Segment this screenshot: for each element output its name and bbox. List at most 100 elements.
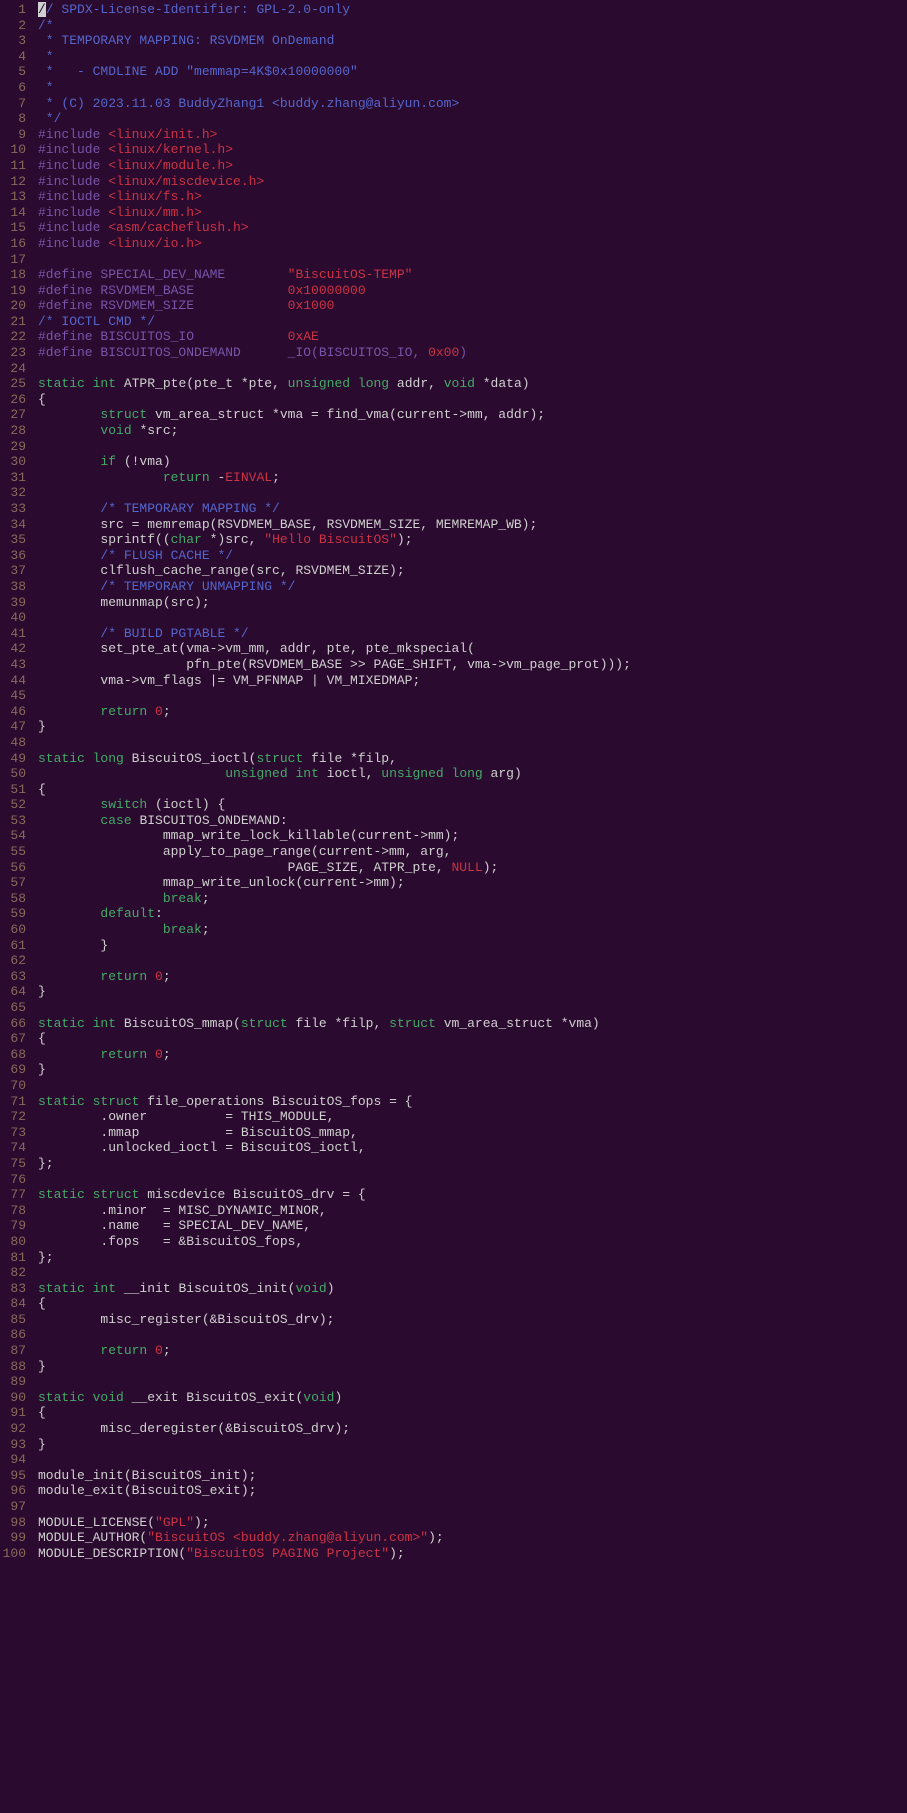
line-number: 68 <box>2 1047 26 1063</box>
token-ident: BiscuitOS_mmap( <box>116 1016 241 1031</box>
code-line: return -EINVAL; <box>38 470 903 486</box>
token-keyword: return <box>100 1047 147 1062</box>
line-number: 78 <box>2 1203 26 1219</box>
code-line: clflush_cache_range(src, RSVDMEM_SIZE); <box>38 563 903 579</box>
token-ident: MODULE_DESCRIPTION( <box>38 1546 186 1561</box>
code-line: * - CMDLINE ADD "memmap=4K$0x10000000" <box>38 64 903 80</box>
code-line: { <box>38 1031 903 1047</box>
token-keyword: int <box>93 376 116 391</box>
token-ident: BISCUITOS_ONDEMAND: <box>132 813 288 828</box>
code-line: default: <box>38 906 903 922</box>
line-number: 66 <box>2 1016 26 1032</box>
token-ident: ; <box>163 704 171 719</box>
token-ident: file_operations BiscuitOS_fops = { <box>139 1094 412 1109</box>
code-line: * <box>38 49 903 65</box>
token-string: <linux/kernel.h> <box>108 142 233 157</box>
code-line: { <box>38 1296 903 1312</box>
code-line: { <box>38 1405 903 1421</box>
token-keyword: static <box>38 1016 85 1031</box>
token-keyword: static <box>38 1390 85 1405</box>
token-ident <box>38 1047 100 1062</box>
code-line: .minor = MISC_DYNAMIC_MINOR, <box>38 1203 903 1219</box>
line-number: 33 <box>2 501 26 517</box>
code-line: } <box>38 984 903 1000</box>
code-line <box>38 1000 903 1016</box>
token-ident: } <box>38 1437 46 1452</box>
code-line: .fops = &BiscuitOS_fops, <box>38 1234 903 1250</box>
token-ident: apply_to_page_range(current->mm, arg, <box>38 844 451 859</box>
line-number: 5 <box>2 64 26 80</box>
line-number: 80 <box>2 1234 26 1250</box>
token-ident: } <box>38 719 46 734</box>
line-number: 88 <box>2 1359 26 1375</box>
token-keyword: static <box>38 751 85 766</box>
line-number: 55 <box>2 844 26 860</box>
line-number: 60 <box>2 922 26 938</box>
token-ident: MODULE_AUTHOR( <box>38 1530 147 1545</box>
line-number: 96 <box>2 1483 26 1499</box>
token-preproc: #define BISCUITOS_IO <box>38 329 288 344</box>
token-ident: __init BiscuitOS_init( <box>116 1281 295 1296</box>
token-keyword: char <box>171 532 202 547</box>
token-ident <box>85 1281 93 1296</box>
token-ident: arg) <box>483 766 522 781</box>
code-line: } <box>38 938 903 954</box>
token-ident: memunmap(src); <box>38 595 210 610</box>
token-ident: ); <box>389 1546 405 1561</box>
token-ident <box>38 813 100 828</box>
token-ident: ioctl, <box>319 766 381 781</box>
token-ident: (!vma) <box>116 454 171 469</box>
code-line: .unlocked_ioctl = BiscuitOS_ioctl, <box>38 1140 903 1156</box>
line-number: 93 <box>2 1437 26 1453</box>
token-ident: PAGE_SIZE, ATPR_pte, <box>38 860 451 875</box>
line-number: 36 <box>2 548 26 564</box>
token-ident: mmap_write_lock_killable(current->mm); <box>38 828 459 843</box>
token-ident: } <box>38 938 108 953</box>
token-comment: /* <box>38 18 54 33</box>
token-keyword: case <box>100 813 131 828</box>
code-line <box>38 1327 903 1343</box>
token-keyword: return <box>100 1343 147 1358</box>
line-number: 52 <box>2 797 26 813</box>
code-line: MODULE_DESCRIPTION("BiscuitOS PAGING Pro… <box>38 1546 903 1562</box>
line-number: 54 <box>2 828 26 844</box>
token-ident: ; <box>163 1343 171 1358</box>
token-keyword: struct <box>100 407 147 422</box>
code-line: break; <box>38 922 903 938</box>
token-ident: clflush_cache_range(src, RSVDMEM_SIZE); <box>38 563 405 578</box>
code-line: /* TEMPORARY MAPPING */ <box>38 501 903 517</box>
code-line: case BISCUITOS_ONDEMAND: <box>38 813 903 829</box>
line-number: 7 <box>2 96 26 112</box>
code-line <box>38 439 903 455</box>
line-number: 49 <box>2 751 26 767</box>
token-ident <box>38 579 100 594</box>
token-preproc: #include <box>38 205 108 220</box>
code-line: set_pte_at(vma->vm_mm, addr, pte, pte_mk… <box>38 641 903 657</box>
token-keyword: unsigned <box>225 766 287 781</box>
token-preproc: #define RSVDMEM_BASE <box>38 283 288 298</box>
code-line: static long BiscuitOS_ioctl(struct file … <box>38 751 903 767</box>
token-ident <box>85 1094 93 1109</box>
token-keyword: static <box>38 1281 85 1296</box>
line-number: 64 <box>2 984 26 1000</box>
line-number: 44 <box>2 673 26 689</box>
token-ident: *)src, <box>202 532 264 547</box>
token-ident <box>85 1016 93 1031</box>
line-number: 22 <box>2 329 26 345</box>
token-comment: * TEMPORARY MAPPING: RSVDMEM OnDemand <box>38 33 334 48</box>
token-comment: /* BUILD PGTABLE */ <box>100 626 248 641</box>
token-keyword: struct <box>389 1016 436 1031</box>
code-line: static int __init BiscuitOS_init(void) <box>38 1281 903 1297</box>
token-preproc: #include <box>38 174 108 189</box>
token-ident: file *filp, <box>288 1016 389 1031</box>
code-content[interactable]: // SPDX-License-Identifier: GPL-2.0-only… <box>34 0 907 1563</box>
code-line: .mmap = BiscuitOS_mmap, <box>38 1125 903 1141</box>
token-ident: .name = SPECIAL_DEV_NAME, <box>38 1218 311 1233</box>
line-number: 23 <box>2 345 26 361</box>
code-line: void *src; <box>38 423 903 439</box>
token-keyword: break <box>163 922 202 937</box>
token-keyword: long <box>452 766 483 781</box>
token-ident: { <box>38 392 46 407</box>
code-line: #define RSVDMEM_BASE 0x10000000 <box>38 283 903 299</box>
token-string: "BiscuitOS-TEMP" <box>288 267 413 282</box>
